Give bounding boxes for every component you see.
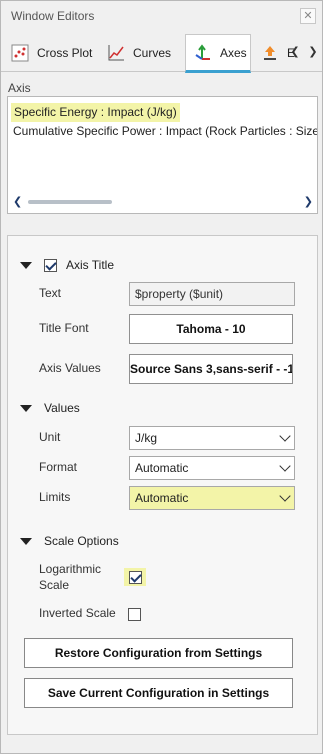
logarithmic-scale-label-line1: Logarithmic [39, 562, 102, 576]
axes-icon [194, 43, 212, 62]
limits-label: Limits [39, 490, 71, 504]
scatter-plot-icon [11, 44, 29, 62]
tab-export[interactable]: E [253, 34, 295, 72]
tab-scroll-right-icon[interactable]: ❯ [306, 44, 320, 60]
axis-title-text-input[interactable]: $property ($unit) [129, 282, 295, 306]
tab-axes-label: Axes [220, 45, 247, 60]
line-chart-icon [107, 44, 125, 62]
format-select-value: Automatic [135, 461, 189, 475]
axis-values-font-button[interactable]: Source Sans 3,sans-serif - -1 [129, 354, 293, 384]
tab-cross-plot-label: Cross Plot [37, 46, 93, 60]
axis-section-label: Axis [8, 81, 31, 95]
unit-label: Unit [39, 430, 61, 444]
tab-scroll-left-icon[interactable]: ❮ [288, 44, 302, 60]
tab-scroll-buttons: ❮ ❯ [288, 44, 320, 60]
inverted-scale-label: Inverted Scale [39, 606, 116, 620]
title-font-label: Title Font [39, 321, 89, 335]
collapse-triangle-icon[interactable] [20, 537, 32, 545]
tab-bar: Cross Plot Curves Axes E ❮ ❯ [1, 34, 322, 73]
collapse-triangle-icon[interactable] [20, 404, 32, 412]
window-editors-frame: Window Editors ✕ Cross Plot Curves Axes [0, 0, 323, 754]
inverted-scale-checkbox[interactable] [128, 608, 141, 621]
scroll-right-icon[interactable]: ❯ [304, 195, 313, 208]
limits-select[interactable]: Automatic [129, 486, 295, 510]
title-bar: Window Editors ✕ [1, 1, 322, 32]
axis-title-group-header: Axis Title [20, 258, 114, 272]
close-icon[interactable]: ✕ [300, 8, 316, 24]
values-group-header: Values [20, 401, 80, 415]
export-icon [261, 44, 279, 62]
scale-options-group-header: Scale Options [20, 534, 119, 548]
format-select[interactable]: Automatic [129, 456, 295, 480]
axis-values-label: Axis Values [39, 361, 101, 375]
tab-curves-label: Curves [133, 46, 172, 60]
chevron-down-icon [279, 430, 291, 442]
values-header-label: Values [44, 401, 80, 415]
tab-curves[interactable]: Curves [99, 34, 185, 72]
text-label: Text [39, 286, 62, 300]
scrollbar-thumb[interactable] [28, 200, 112, 204]
tab-cross-plot[interactable]: Cross Plot [3, 34, 99, 72]
chevron-down-icon [279, 490, 291, 502]
horizontal-scrollbar[interactable]: ❮ ❯ [10, 195, 315, 209]
limits-select-value: Automatic [135, 491, 189, 505]
save-configuration-button[interactable]: Save Current Configuration in Settings [24, 678, 293, 708]
title-font-button[interactable]: Tahoma - 10 [129, 314, 293, 344]
collapse-triangle-icon[interactable] [20, 261, 32, 269]
unit-select-value: J/kg [135, 431, 158, 445]
scroll-left-icon[interactable]: ❮ [13, 195, 22, 208]
logarithmic-scale-label-line2: Scale [39, 578, 70, 592]
format-label: Format [39, 460, 78, 474]
restore-configuration-button[interactable]: Restore Configuration from Settings [24, 638, 293, 668]
scale-options-header-label: Scale Options [44, 534, 119, 548]
logarithmic-scale-highlight [124, 568, 146, 586]
axis-list-item-cumulative-specific-power[interactable]: Cumulative Specific Power : Impact (Rock… [13, 122, 317, 141]
logarithmic-scale-checkbox[interactable] [128, 570, 142, 584]
tab-axes[interactable]: Axes [185, 34, 251, 73]
window-title: Window Editors [11, 9, 95, 23]
axis-title-header-label: Axis Title [66, 258, 115, 272]
axis-list-item-specific-energy[interactable]: Specific Energy : Impact (J/kg) [11, 103, 180, 122]
axis-title-checkbox[interactable] [44, 258, 57, 272]
chevron-down-icon [279, 460, 291, 472]
unit-select[interactable]: J/kg [129, 426, 295, 450]
axis-properties-panel: Axis Title Text $property ($unit) Title … [7, 235, 318, 735]
axis-list: Specific Energy : Impact (J/kg) Cumulati… [7, 96, 318, 214]
